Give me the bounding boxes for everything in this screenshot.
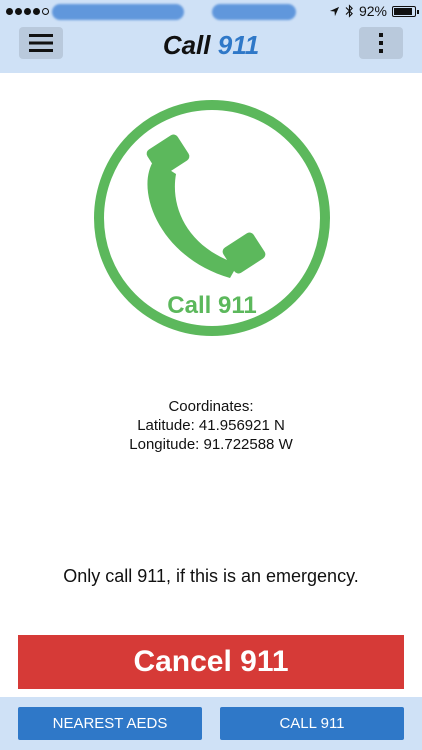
nav-bar: Call 911 bbox=[0, 25, 422, 73]
status-right: 92% bbox=[329, 3, 419, 19]
vertical-dots-icon bbox=[379, 33, 383, 53]
phone-handset-icon bbox=[146, 134, 266, 278]
emergency-warning: Only call 911, if this is an emergency. bbox=[63, 566, 359, 586]
signal-strength-icon bbox=[6, 8, 49, 15]
logo-label: Call 911 bbox=[167, 292, 256, 319]
bluetooth-icon bbox=[345, 4, 353, 18]
more-options-button[interactable] bbox=[359, 27, 403, 59]
nearest-aeds-button[interactable]: NEAREST AEDS bbox=[18, 707, 202, 740]
call-911-logo[interactable]: Call 911 bbox=[92, 98, 332, 338]
coordinates-heading: Coordinates: bbox=[168, 398, 254, 415]
redacted-time bbox=[212, 4, 296, 20]
coordinates-block: Coordinates: Latitude: 41.956921 N Longi… bbox=[0, 397, 422, 454]
location-arrow-icon bbox=[329, 6, 340, 16]
title-accent: 911 bbox=[217, 30, 260, 60]
battery-percent: 92% bbox=[358, 3, 387, 19]
call-911-button[interactable]: CALL 911 bbox=[220, 707, 404, 740]
cancel-911-button[interactable]: Cancel 911 bbox=[18, 635, 404, 689]
redacted-carrier bbox=[52, 4, 184, 20]
battery-icon bbox=[392, 5, 419, 17]
bottom-bar: NEAREST AEDS CALL 911 bbox=[0, 697, 422, 750]
status-bar: 92% bbox=[0, 0, 422, 25]
longitude-value: Longitude: 91.722588 W bbox=[129, 436, 293, 453]
title-main: Call bbox=[162, 30, 218, 60]
latitude-value: Latitude: 41.956921 N bbox=[137, 417, 285, 434]
